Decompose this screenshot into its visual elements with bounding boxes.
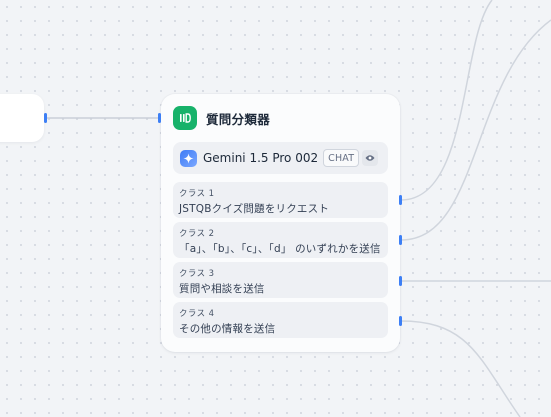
class-1-output-handle[interactable] <box>399 195 402 205</box>
edge-class-4[interactable] <box>400 320 521 417</box>
class-label: クラス 3 <box>179 269 215 279</box>
class-2-output-handle[interactable] <box>399 235 402 245</box>
node-header: 質問分類器 <box>173 106 270 130</box>
class-description: 「a」、「b」、「c」、「d」 のいずれかを送信 <box>179 243 381 255</box>
upstream-node[interactable] <box>0 94 44 142</box>
gemini-sparkle-icon <box>180 149 197 167</box>
class-description: JSTQBクイズ問題をリクエスト <box>179 203 330 215</box>
class-description: 質問や相談を送信 <box>179 283 265 295</box>
class-4-output-handle[interactable] <box>399 316 402 326</box>
edge-class-2[interactable] <box>400 19 551 241</box>
class-item-3[interactable]: クラス 3 質問や相談を送信 <box>173 262 388 298</box>
node-title: 質問分類器 <box>206 111 271 127</box>
model-mode-badge: CHAT <box>323 149 360 167</box>
edge-class-1[interactable] <box>400 0 493 201</box>
class-label: クラス 4 <box>179 309 215 319</box>
model-selector[interactable]: Gemini 1.5 Pro 002 CHAT <box>173 142 388 174</box>
class-3-output-handle[interactable] <box>399 276 402 286</box>
workflow-canvas[interactable]: 質問分類器 Gemini 1.5 Pro 002 CHAT クラス 1 JSTQ… <box>0 0 551 417</box>
classifier-input-handle[interactable] <box>158 113 161 123</box>
model-name: Gemini 1.5 Pro 002 <box>203 151 319 165</box>
upstream-output-handle[interactable] <box>44 113 47 123</box>
vision-eye-icon <box>362 150 379 166</box>
class-label: クラス 1 <box>179 189 215 199</box>
class-item-2[interactable]: クラス 2 「a」、「b」、「c」、「d」 のいずれかを送信 <box>173 222 388 258</box>
question-classifier-node[interactable]: 質問分類器 Gemini 1.5 Pro 002 CHAT クラス 1 JSTQ… <box>161 94 400 352</box>
question-classifier-icon <box>173 106 197 130</box>
class-item-4[interactable]: クラス 4 その他の情報を送信 <box>173 302 388 338</box>
class-label: クラス 2 <box>179 229 215 239</box>
class-description: その他の情報を送信 <box>179 323 276 335</box>
class-item-1[interactable]: クラス 1 JSTQBクイズ問題をリクエスト <box>173 182 388 218</box>
